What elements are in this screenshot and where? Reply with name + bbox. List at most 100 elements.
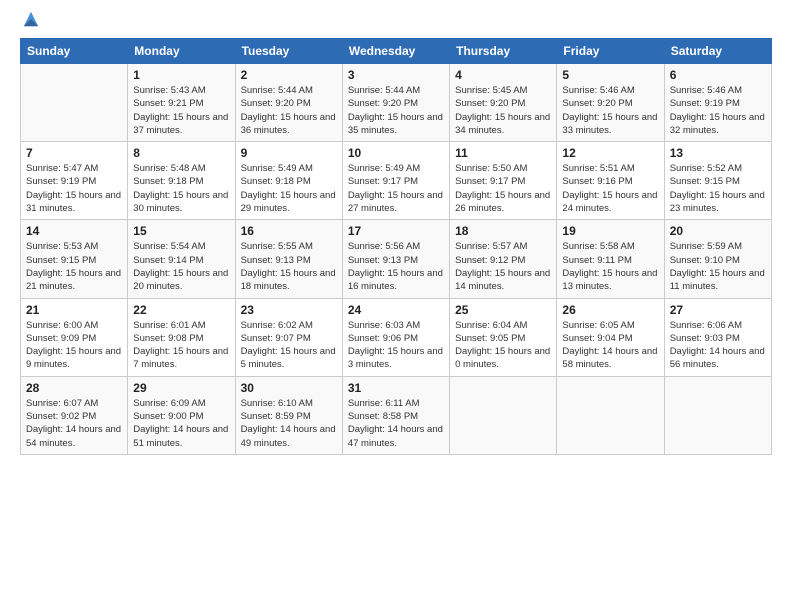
day-number: 1 (133, 68, 229, 82)
day-info: Sunrise: 5:54 AM Sunset: 9:14 PM Dayligh… (133, 240, 229, 293)
day-cell: 6 Sunrise: 5:46 AM Sunset: 9:19 PM Daylig… (664, 64, 771, 142)
logo (20, 18, 40, 28)
day-cell (557, 376, 664, 454)
day-cell: 2 Sunrise: 5:44 AM Sunset: 9:20 PM Daylig… (235, 64, 342, 142)
day-cell: 18Sunrise: 5:57 AM Sunset: 9:12 PM Dayli… (450, 220, 557, 298)
day-number: 26 (562, 303, 658, 317)
day-number: 16 (241, 224, 337, 238)
day-cell (21, 64, 128, 142)
day-cell: 31 Sunrise: 6:11 AM Sunset: 8:58 PM Dayli… (342, 376, 449, 454)
day-cell: 23 Sunrise: 6:02 AM Sunset: 9:07 PM Dayli… (235, 298, 342, 376)
day-info: Sunrise: 6:09 AM Sunset: 9:00 PM Dayligh… (133, 397, 229, 450)
day-number: 19 (562, 224, 658, 238)
day-info: Sunrise: 6:03 AM Sunset: 9:06 PM Dayligh… (348, 319, 444, 372)
day-info: Sunrise: 5:44 AM Sunset: 9:20 PM Dayligh… (241, 84, 337, 137)
day-cell: 8 Sunrise: 5:48 AM Sunset: 9:18 PM Daylig… (128, 142, 235, 220)
day-cell: 26 Sunrise: 6:05 AM Sunset: 9:04 PM Dayli… (557, 298, 664, 376)
weekday-header-monday: Monday (128, 39, 235, 64)
day-cell: 15 Sunrise: 5:54 AM Sunset: 9:14 PM Dayli… (128, 220, 235, 298)
day-info: Sunrise: 6:07 AM Sunset: 9:02 PM Dayligh… (26, 397, 122, 450)
day-number: 25 (455, 303, 551, 317)
day-number: 6 (670, 68, 766, 82)
day-cell: 29 Sunrise: 6:09 AM Sunset: 9:00 PM Dayli… (128, 376, 235, 454)
weekday-header-saturday: Saturday (664, 39, 771, 64)
day-info: Sunrise: 6:10 AM Sunset: 8:59 PM Dayligh… (241, 397, 337, 450)
day-info: Sunrise: 5:57 AM Sunset: 9:12 PM Dayligh… (455, 240, 551, 293)
day-number: 11 (455, 146, 551, 160)
day-cell: 17 Sunrise: 5:56 AM Sunset: 9:13 PM Dayli… (342, 220, 449, 298)
day-info: Sunrise: 6:02 AM Sunset: 9:07 PM Dayligh… (241, 319, 337, 372)
day-cell: 20Sunrise: 5:59 AM Sunset: 9:10 PM Dayli… (664, 220, 771, 298)
day-cell: 7Sunrise: 5:47 AM Sunset: 9:19 PM Daylig… (21, 142, 128, 220)
day-cell (450, 376, 557, 454)
week-row-5: 28 Sunrise: 6:07 AM Sunset: 9:02 PM Dayli… (21, 376, 772, 454)
day-cell: 4 Sunrise: 5:45 AM Sunset: 9:20 PM Daylig… (450, 64, 557, 142)
day-cell: 25Sunrise: 6:04 AM Sunset: 9:05 PM Dayli… (450, 298, 557, 376)
day-cell: 10Sunrise: 5:49 AM Sunset: 9:17 PM Dayli… (342, 142, 449, 220)
day-cell: 12 Sunrise: 5:51 AM Sunset: 9:16 PM Dayli… (557, 142, 664, 220)
day-cell: 22 Sunrise: 6:01 AM Sunset: 9:08 PM Dayli… (128, 298, 235, 376)
day-info: Sunrise: 5:49 AM Sunset: 9:17 PM Dayligh… (348, 162, 444, 215)
header (20, 18, 772, 28)
page: SundayMondayTuesdayWednesdayThursdayFrid… (0, 0, 792, 612)
day-cell: 13Sunrise: 5:52 AM Sunset: 9:15 PM Dayli… (664, 142, 771, 220)
day-number: 27 (670, 303, 766, 317)
day-number: 31 (348, 381, 444, 395)
day-info: Sunrise: 5:48 AM Sunset: 9:18 PM Dayligh… (133, 162, 229, 215)
day-info: Sunrise: 5:46 AM Sunset: 9:20 PM Dayligh… (562, 84, 658, 137)
day-number: 9 (241, 146, 337, 160)
day-info: Sunrise: 5:56 AM Sunset: 9:13 PM Dayligh… (348, 240, 444, 293)
day-number: 2 (241, 68, 337, 82)
day-number: 7 (26, 146, 122, 160)
day-cell: 21 Sunrise: 6:00 AM Sunset: 9:09 PM Dayli… (21, 298, 128, 376)
day-info: Sunrise: 6:00 AM Sunset: 9:09 PM Dayligh… (26, 319, 122, 372)
day-info: Sunrise: 5:58 AM Sunset: 9:11 PM Dayligh… (562, 240, 658, 293)
logo-icon (22, 10, 40, 28)
day-info: Sunrise: 5:44 AM Sunset: 9:20 PM Dayligh… (348, 84, 444, 137)
day-info: Sunrise: 6:01 AM Sunset: 9:08 PM Dayligh… (133, 319, 229, 372)
day-number: 13 (670, 146, 766, 160)
day-info: Sunrise: 5:46 AM Sunset: 9:19 PM Dayligh… (670, 84, 766, 137)
day-cell: 9 Sunrise: 5:49 AM Sunset: 9:18 PM Daylig… (235, 142, 342, 220)
day-number: 28 (26, 381, 122, 395)
day-number: 4 (455, 68, 551, 82)
day-cell: 11 Sunrise: 5:50 AM Sunset: 9:17 PM Dayli… (450, 142, 557, 220)
day-info: Sunrise: 5:55 AM Sunset: 9:13 PM Dayligh… (241, 240, 337, 293)
day-number: 24 (348, 303, 444, 317)
day-number: 21 (26, 303, 122, 317)
day-number: 22 (133, 303, 229, 317)
week-row-2: 7Sunrise: 5:47 AM Sunset: 9:19 PM Daylig… (21, 142, 772, 220)
calendar-table: SundayMondayTuesdayWednesdayThursdayFrid… (20, 38, 772, 455)
day-info: Sunrise: 5:53 AM Sunset: 9:15 PM Dayligh… (26, 240, 122, 293)
day-number: 23 (241, 303, 337, 317)
day-cell: 16 Sunrise: 5:55 AM Sunset: 9:13 PM Dayli… (235, 220, 342, 298)
week-row-3: 14 Sunrise: 5:53 AM Sunset: 9:15 PM Dayli… (21, 220, 772, 298)
day-info: Sunrise: 6:06 AM Sunset: 9:03 PM Dayligh… (670, 319, 766, 372)
day-info: Sunrise: 5:50 AM Sunset: 9:17 PM Dayligh… (455, 162, 551, 215)
day-number: 29 (133, 381, 229, 395)
day-info: Sunrise: 5:51 AM Sunset: 9:16 PM Dayligh… (562, 162, 658, 215)
day-cell: 30 Sunrise: 6:10 AM Sunset: 8:59 PM Dayli… (235, 376, 342, 454)
week-row-1: 1Sunrise: 5:43 AM Sunset: 9:21 PM Daylig… (21, 64, 772, 142)
day-number: 14 (26, 224, 122, 238)
weekday-header-tuesday: Tuesday (235, 39, 342, 64)
day-number: 17 (348, 224, 444, 238)
day-number: 3 (348, 68, 444, 82)
day-number: 20 (670, 224, 766, 238)
day-info: Sunrise: 6:05 AM Sunset: 9:04 PM Dayligh… (562, 319, 658, 372)
day-number: 8 (133, 146, 229, 160)
day-number: 12 (562, 146, 658, 160)
weekday-header-row: SundayMondayTuesdayWednesdayThursdayFrid… (21, 39, 772, 64)
day-cell: 19 Sunrise: 5:58 AM Sunset: 9:11 PM Dayli… (557, 220, 664, 298)
day-cell: 24 Sunrise: 6:03 AM Sunset: 9:06 PM Dayli… (342, 298, 449, 376)
weekday-header-wednesday: Wednesday (342, 39, 449, 64)
day-cell: 5 Sunrise: 5:46 AM Sunset: 9:20 PM Daylig… (557, 64, 664, 142)
day-info: Sunrise: 5:49 AM Sunset: 9:18 PM Dayligh… (241, 162, 337, 215)
day-cell (664, 376, 771, 454)
weekday-header-sunday: Sunday (21, 39, 128, 64)
day-number: 30 (241, 381, 337, 395)
day-info: Sunrise: 5:45 AM Sunset: 9:20 PM Dayligh… (455, 84, 551, 137)
day-info: Sunrise: 6:11 AM Sunset: 8:58 PM Dayligh… (348, 397, 444, 450)
day-number: 5 (562, 68, 658, 82)
day-number: 15 (133, 224, 229, 238)
